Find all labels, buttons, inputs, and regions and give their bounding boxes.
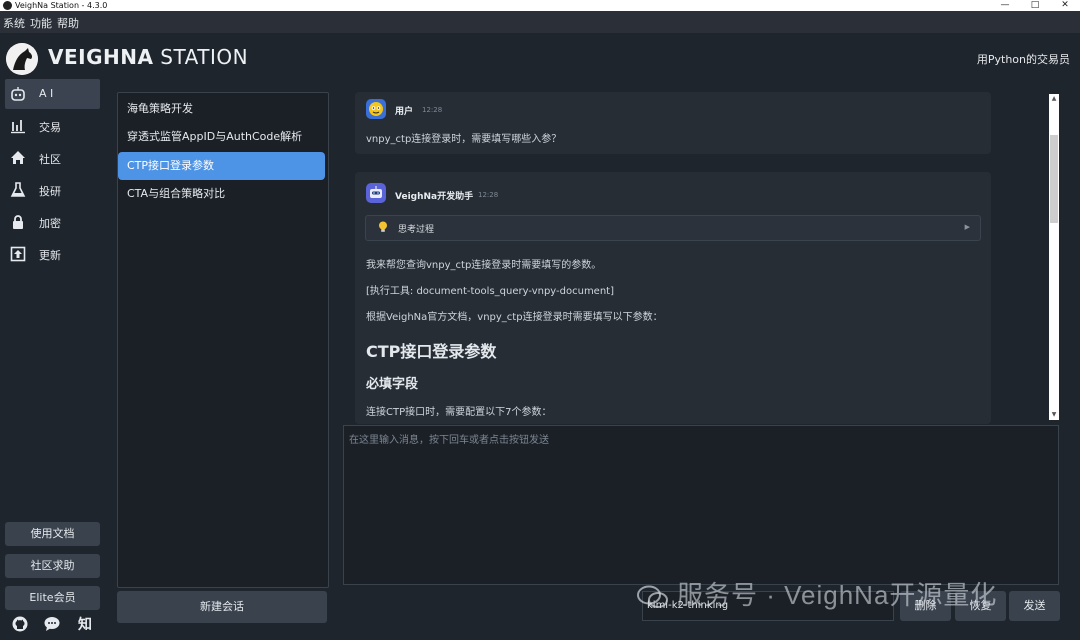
sidebar-item-label: 社区 — [39, 153, 61, 166]
sidebar-item-label: A I — [39, 87, 54, 100]
user-avatar — [366, 99, 386, 119]
flask-icon — [10, 182, 26, 197]
assistant-subheading: 必填字段 — [366, 377, 419, 392]
menu-function[interactable]: 功能 — [30, 15, 52, 31]
brand-name: VEIGHNA STATION — [48, 45, 249, 69]
sidebar-item-trade[interactable]: 交易 — [5, 111, 100, 141]
sidebar-item-research[interactable]: 投研 — [5, 175, 100, 205]
window-titlebar: VeighNa Station - 4.3.0 — □ ✕ — [0, 0, 1080, 11]
sidebar-item-crypto[interactable]: 加密 — [5, 207, 100, 237]
user-message-time: 12:28 — [422, 106, 443, 114]
send-button[interactable]: 发送 — [1009, 591, 1060, 621]
assistant-line: 我来帮您查询vnpy_ctp连接登录时需要填写的参数。 — [366, 260, 602, 271]
sidebar-item-label: 加密 — [39, 217, 61, 230]
assistant-line: 根据VeighNa官方文档，vnpy_ctp连接登录时需要填写以下参数： — [366, 312, 663, 323]
trade-chart-icon — [11, 120, 25, 134]
user-name: 用户 — [395, 107, 414, 117]
elite-member-button[interactable]: Elite会员 — [5, 586, 100, 610]
scrollbar-thumb[interactable] — [1050, 135, 1058, 223]
sidebar-item-ai[interactable]: A I — [5, 79, 100, 109]
sidebar-item-label: 交易 — [39, 121, 61, 134]
sidebar-item-label: 投研 — [39, 185, 61, 198]
sidebar-item-update[interactable]: 更新 — [5, 239, 100, 269]
assistant-message — [355, 172, 991, 424]
lock-icon — [13, 215, 23, 229]
menu-help[interactable]: 帮助 — [57, 15, 79, 31]
zhihu-icon[interactable]: 知 — [76, 616, 94, 634]
menu-bar: 系统 功能 帮助 — [0, 11, 1080, 33]
user-message-text: vnpy_ctp连接登录时，需要填写哪些入参？ — [366, 134, 562, 145]
menu-system[interactable]: 系统 — [3, 15, 25, 31]
session-item-active[interactable]: CTP接口登录参数 — [118, 152, 325, 180]
assistant-heading: CTP接口登录参数 — [366, 342, 497, 361]
expand-arrow-icon: ▶ — [964, 223, 970, 231]
veighna-logo — [6, 43, 38, 75]
assistant-line: [执行工具: document-tools_query-vnpy-documen… — [366, 286, 614, 297]
community-help-button[interactable]: 社区求助 — [5, 554, 100, 578]
thinking-process-toggle[interactable]: 思考过程 ▶ — [365, 215, 981, 241]
robot-icon — [11, 87, 25, 101]
sidebar-item-label: 更新 — [39, 249, 61, 262]
thinking-label: 思考过程 — [398, 225, 435, 235]
assistant-line: 连接CTP接口时，需要配置以下7个参数： — [366, 407, 552, 418]
close-icon[interactable]: ✕ — [1050, 0, 1080, 11]
sidebar-item-community[interactable]: 社区 — [5, 143, 100, 173]
input-placeholder: 在这里输入消息，按下回车或者点击按钮发送 — [349, 435, 549, 446]
message-input[interactable]: 在这里输入消息，按下回车或者点击按钮发送 — [343, 425, 1059, 585]
assistant-name: VeighNa开发助手 — [395, 192, 474, 202]
minimize-icon[interactable]: — — [990, 0, 1020, 11]
session-item[interactable]: 穿透式监管AppID与AuthCode解析 — [118, 123, 325, 151]
slogan: 用Python的交易员 — [976, 53, 1070, 66]
scroll-up-icon[interactable]: ▲ — [1049, 94, 1059, 104]
wechat-watermark: 服务号 · VeighNa开源量化 — [637, 575, 997, 619]
watermark-text: 服务号 · VeighNa开源量化 — [677, 580, 998, 610]
wechat-logo-icon — [637, 585, 669, 609]
assistant-avatar — [366, 183, 386, 203]
maximize-icon[interactable]: □ — [1020, 0, 1050, 11]
window-title: VeighNa Station - 4.3.0 — [15, 1, 108, 10]
assistant-message-time: 12:28 — [478, 191, 499, 199]
chat-bubble-icon[interactable] — [43, 616, 61, 634]
new-session-button[interactable]: 新建会话 — [117, 591, 327, 623]
home-icon — [11, 151, 25, 164]
scroll-down-icon[interactable]: ▼ — [1049, 410, 1059, 420]
github-icon[interactable] — [11, 616, 29, 634]
docs-button[interactable]: 使用文档 — [5, 522, 100, 546]
session-item[interactable]: CTA与组合策略对比 — [118, 180, 325, 208]
lightbulb-icon — [378, 221, 388, 236]
app-logo-icon — [3, 1, 12, 10]
upload-icon — [10, 246, 26, 262]
session-item[interactable]: 海龟策略开发 — [118, 95, 325, 123]
